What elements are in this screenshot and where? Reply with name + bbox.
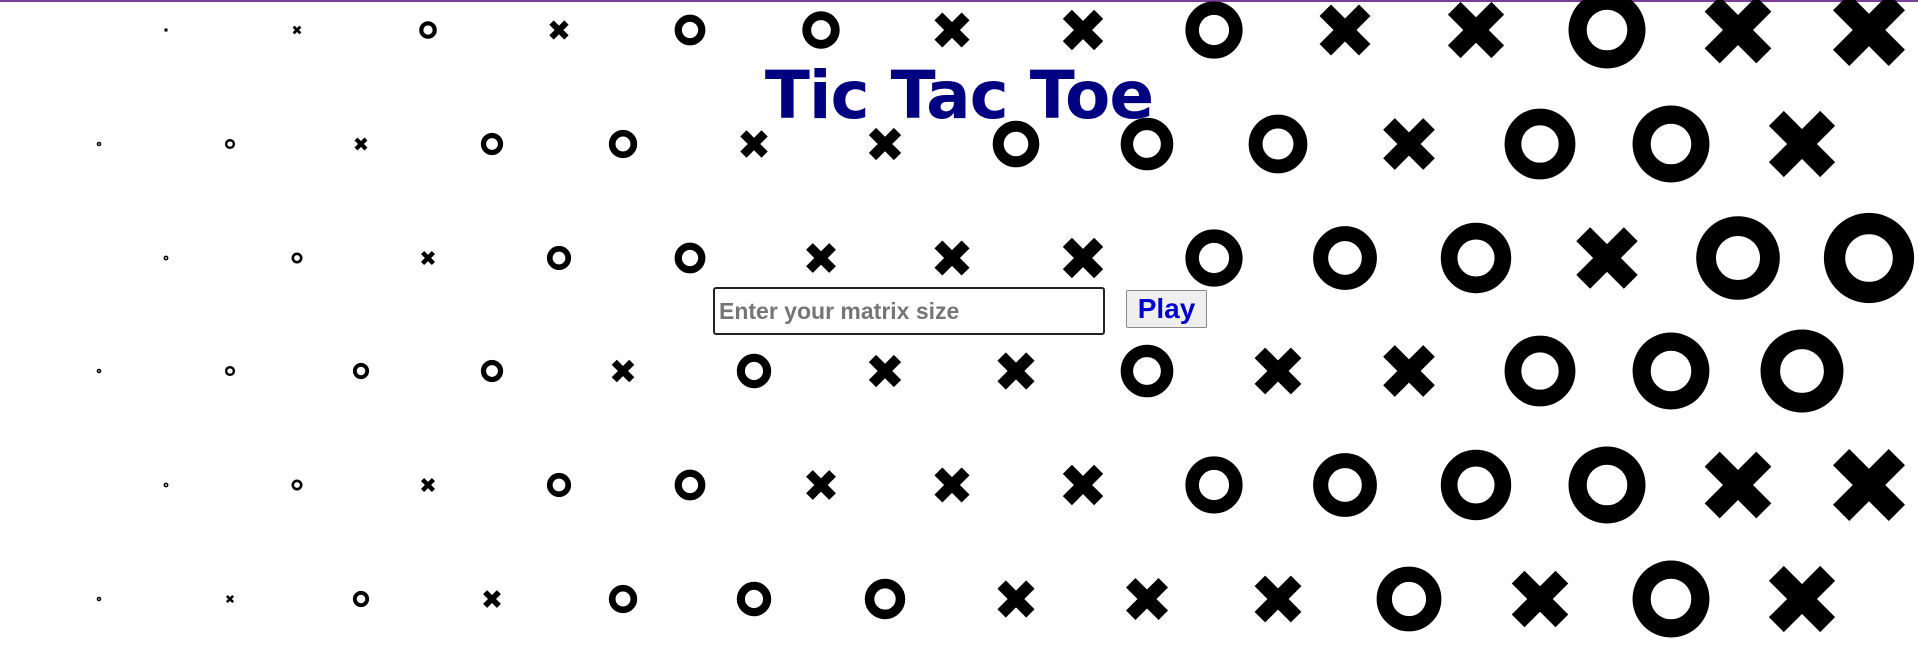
o-mark-icon (1760, 329, 1844, 413)
x-mark-icon (934, 12, 970, 48)
x-mark-icon (1383, 345, 1435, 397)
o-mark-icon (864, 578, 906, 620)
o-mark-icon (163, 255, 169, 261)
o-mark-icon (1568, 446, 1646, 524)
o-mark-icon (1632, 332, 1710, 410)
x-mark-icon (1704, 0, 1772, 64)
o-mark-icon (291, 479, 303, 491)
x-mark-icon (1062, 237, 1104, 279)
o-mark-icon (96, 596, 102, 602)
x-mark-icon (868, 354, 902, 388)
o-mark-icon (674, 242, 706, 274)
x-mark-icon (483, 590, 501, 608)
o-mark-icon (1185, 229, 1243, 287)
o-mark-icon (1120, 344, 1174, 398)
o-mark-icon (480, 132, 504, 156)
x-mark-icon (934, 240, 970, 276)
page-title: Tic Tac Toe (764, 57, 1154, 134)
x-mark-icon (740, 130, 768, 158)
x-mark-icon (164, 28, 168, 32)
o-mark-icon (352, 590, 370, 608)
o-mark-icon (546, 245, 572, 271)
o-mark-icon (736, 353, 772, 389)
o-mark-icon (1568, 0, 1646, 69)
x-mark-icon (420, 250, 436, 266)
x-mark-icon (1511, 570, 1569, 628)
x-mark-icon (1768, 565, 1836, 633)
x-mark-icon (1319, 4, 1371, 56)
o-mark-icon (1185, 1, 1243, 59)
o-mark-icon (1632, 560, 1710, 638)
o-mark-icon (291, 252, 303, 264)
o-mark-icon (1696, 216, 1780, 300)
o-mark-icon (802, 11, 840, 49)
o-mark-icon (96, 141, 102, 147)
o-mark-icon (1440, 222, 1512, 294)
x-mark-icon (420, 477, 436, 493)
o-mark-icon (224, 138, 236, 150)
o-mark-icon (608, 584, 638, 614)
x-mark-icon (292, 25, 302, 35)
o-mark-icon (546, 472, 572, 498)
o-mark-icon (1823, 212, 1915, 304)
x-mark-icon (354, 137, 368, 151)
x-mark-icon (1254, 347, 1302, 395)
matrix-size-input[interactable] (713, 287, 1105, 335)
x-mark-icon (1833, 0, 1905, 66)
x-mark-icon (225, 594, 235, 604)
x-mark-icon (549, 20, 569, 40)
x-mark-icon (1062, 464, 1104, 506)
o-mark-icon (1313, 453, 1377, 517)
o-mark-icon (1313, 226, 1377, 290)
o-mark-icon (674, 469, 706, 501)
x-mark-icon (1062, 9, 1104, 51)
x-mark-icon (1833, 449, 1905, 521)
x-mark-icon (1447, 1, 1505, 59)
x-mark-icon (1704, 451, 1772, 519)
x-mark-icon (611, 359, 635, 383)
o-mark-icon (224, 365, 236, 377)
x-mark-icon (997, 352, 1035, 390)
o-mark-icon (480, 359, 504, 383)
o-mark-icon (96, 368, 102, 374)
x-mark-icon (806, 470, 836, 500)
x-mark-icon (997, 580, 1035, 618)
o-mark-icon (419, 21, 437, 39)
o-mark-icon (1376, 566, 1442, 632)
play-button[interactable]: Play (1126, 290, 1207, 328)
o-mark-icon (1185, 456, 1243, 514)
x-mark-icon (806, 243, 836, 273)
o-mark-icon (1504, 335, 1576, 407)
x-mark-icon (1125, 577, 1169, 621)
o-mark-icon (1440, 449, 1512, 521)
x-mark-icon (934, 467, 970, 503)
o-mark-icon (352, 362, 370, 380)
o-mark-icon (674, 14, 706, 46)
x-mark-icon (1254, 575, 1302, 623)
o-mark-icon (736, 581, 772, 617)
o-mark-icon (163, 482, 169, 488)
x-mark-icon (1576, 227, 1638, 289)
o-mark-icon (608, 129, 638, 159)
